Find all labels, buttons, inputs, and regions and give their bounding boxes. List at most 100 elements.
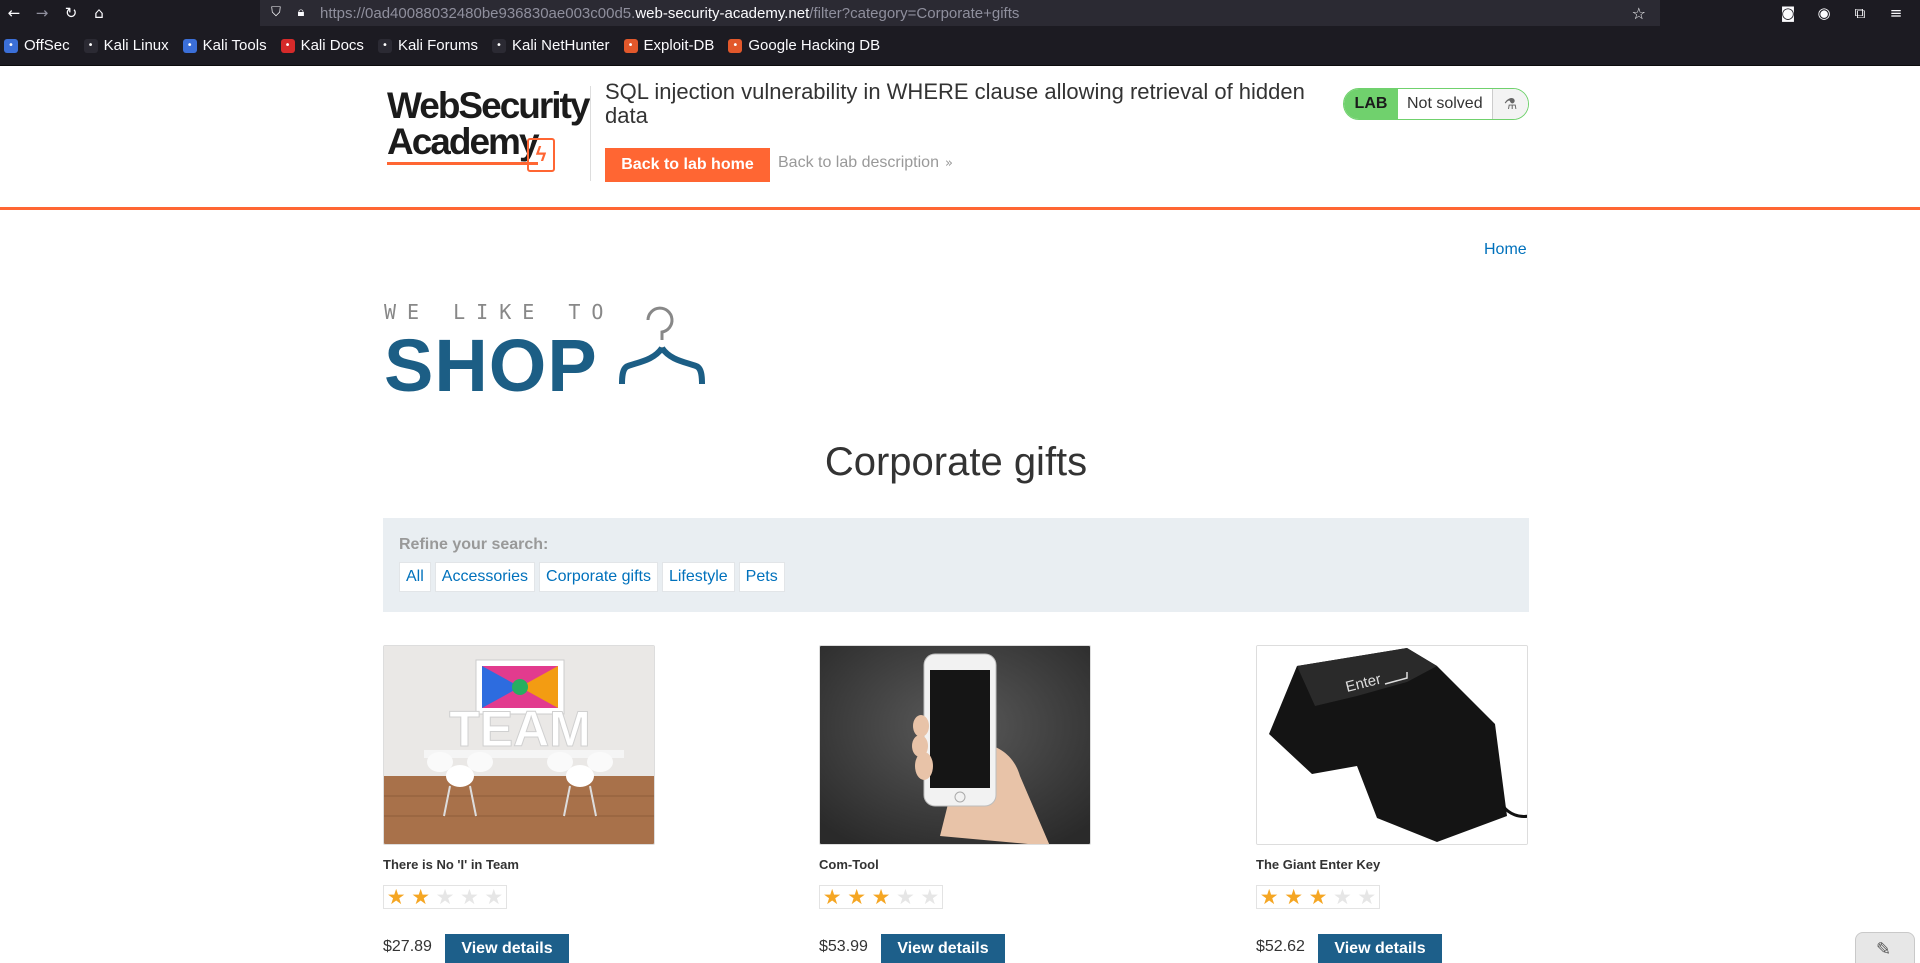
star-rating: ★ ★ ★ ★ ★ xyxy=(1256,885,1380,909)
product-image-enter-key: Enter xyxy=(1256,645,1528,845)
star-filled-icon: ★ xyxy=(1259,885,1279,909)
bookmark-label: Kali Forums xyxy=(397,37,478,54)
lab-status-widget: LAB Not solved ⚗ xyxy=(1343,88,1529,120)
product-grid: TEAM There is No 'I' in Team ★ ★ ★ ★ ★ $27.8… xyxy=(383,645,1529,963)
pencil-icon: ✎ xyxy=(1876,939,1892,960)
bookmark-item[interactable]: • Exploit-DB xyxy=(623,37,715,54)
extensions-icon[interactable]: ⧉ xyxy=(1850,3,1870,23)
star-empty-icon: ★ xyxy=(920,885,940,909)
menu-icon[interactable]: ≡ xyxy=(1886,3,1906,23)
product-name: Com-Tool xyxy=(819,857,879,872)
shield-icon[interactable]: ⛉ xyxy=(268,5,284,21)
logo-line2: Academy xyxy=(387,121,540,165)
star-empty-icon: ★ xyxy=(896,885,915,909)
product-image-team: TEAM xyxy=(383,645,655,845)
star-empty-icon: ★ xyxy=(1357,885,1377,909)
back-to-lab-home-button[interactable]: Back to lab home xyxy=(605,148,770,182)
view-details-button[interactable]: View details xyxy=(1318,934,1442,963)
star-empty-icon: ★ xyxy=(435,885,455,909)
bookmark-item[interactable]: • Kali NetHunter xyxy=(491,37,610,54)
kali-dragon-icon: • xyxy=(491,38,506,53)
filter-lifestyle[interactable]: Lifestyle xyxy=(661,562,735,592)
star-empty-icon: ★ xyxy=(460,885,479,909)
product-name: There is No 'I' in Team xyxy=(383,857,519,872)
header-divider xyxy=(590,86,591,181)
reload-icon[interactable]: ↻ xyxy=(61,3,81,23)
lab-badge: LAB xyxy=(1344,89,1398,119)
shop-logo-tagline: WE LIKE TO xyxy=(384,300,615,324)
bookmark-label: Exploit-DB xyxy=(643,37,715,54)
product-price: $52.62 xyxy=(1256,938,1305,955)
product-price: $53.99 xyxy=(819,938,868,955)
kali-docs-icon: • xyxy=(280,38,295,53)
double-chevron-right-icon: » xyxy=(944,156,953,171)
forward-arrow-icon[interactable]: → xyxy=(32,3,52,23)
bookmark-label: Kali Tools xyxy=(202,37,267,54)
url-bar[interactable]: ⛉ 🔒︎ https://0ad40088032480be936830ae003… xyxy=(260,0,1660,26)
star-rating: ★ ★ ★ ★ ★ xyxy=(383,885,507,909)
star-filled-icon: ★ xyxy=(1284,885,1304,909)
star-filled-icon: ★ xyxy=(1308,885,1328,909)
toolbar-right-icons: ◙ ◉ ⧉ ≡ xyxy=(1778,3,1906,23)
kali-dragon-icon: • xyxy=(83,38,98,53)
filter-all[interactable]: All xyxy=(399,562,431,592)
offsec-icon: • xyxy=(4,38,18,53)
kali-tools-icon: • xyxy=(182,38,197,53)
back-arrow-icon[interactable]: ← xyxy=(4,3,24,23)
url-path: /filter?category=Corporate+gifts xyxy=(809,5,1020,22)
star-empty-icon: ★ xyxy=(1333,885,1352,909)
star-filled-icon: ★ xyxy=(386,885,406,909)
bookmark-label: Kali Linux xyxy=(103,37,169,54)
filter-label: Refine your search: xyxy=(399,536,549,553)
bookmark-item[interactable]: • Kali Linux xyxy=(83,37,169,54)
home-link[interactable]: Home xyxy=(1484,241,1527,259)
lock-icon[interactable]: 🔒︎ xyxy=(293,5,309,21)
logo-line1: WebSecurity xyxy=(387,85,590,126)
lightning-icon: ϟ xyxy=(527,138,555,172)
floating-widget[interactable]: ✎ xyxy=(1855,932,1915,963)
bookmark-item[interactable]: • Google Hacking DB xyxy=(728,37,880,54)
view-details-button[interactable]: View details xyxy=(881,934,1005,963)
exploitdb-icon: • xyxy=(623,38,638,53)
kali-dragon-icon: • xyxy=(377,38,392,53)
bookmark-item[interactable]: • Kali Tools xyxy=(182,37,267,54)
bookmark-star-icon[interactable]: ☆ xyxy=(1632,4,1646,23)
flask-icon: ⚗ xyxy=(1492,89,1528,119)
we-like-to-shop-logo: WE LIKE TO SHOP xyxy=(384,300,744,404)
bookmark-label: OffSec xyxy=(24,37,70,54)
star-empty-icon: ★ xyxy=(484,885,504,909)
bookmark-item[interactable]: • OffSec xyxy=(4,37,70,54)
star-filled-icon: ★ xyxy=(847,885,867,909)
star-rating: ★ ★ ★ ★ ★ xyxy=(819,885,943,909)
view-details-button[interactable]: View details xyxy=(445,934,569,963)
product-image-com-tool xyxy=(819,645,1091,845)
filter-corporate-gifts[interactable]: Corporate gifts xyxy=(539,562,658,592)
shop-logo-word: SHOP xyxy=(384,324,598,407)
filter-options: All Accessories Corporate gifts Lifestyl… xyxy=(399,562,785,592)
bookmark-item[interactable]: • Kali Forums xyxy=(377,37,478,54)
svg-text:TEAM: TEAM xyxy=(449,701,591,757)
filter-pets[interactable]: Pets xyxy=(738,562,785,592)
star-filled-icon: ★ xyxy=(411,885,431,909)
filter-accessories[interactable]: Accessories xyxy=(434,562,536,592)
back-to-lab-description-link[interactable]: Back to lab description» xyxy=(778,154,953,172)
account-icon[interactable]: ◉ xyxy=(1814,3,1834,23)
browser-toolbar: ← → ↻ ⌂ ⛉ 🔒︎ https://0ad40088032480be936… xyxy=(0,0,1920,26)
bookmark-label: Kali NetHunter xyxy=(511,37,610,54)
lab-status-text: Not solved xyxy=(1407,95,1483,112)
bookmark-item[interactable]: • Kali Docs xyxy=(280,37,364,54)
lab-header: WebSecurity Academy ϟ SQL injection vuln… xyxy=(0,66,1920,210)
filter-panel: Refine your search: All Accessories Corp… xyxy=(383,518,1529,612)
hanger-icon xyxy=(619,306,705,385)
category-title: Corporate gifts xyxy=(824,440,1088,484)
url-text[interactable]: https://0ad40088032480be936830ae003c00d5… xyxy=(320,5,1019,22)
bookmark-label: Kali Docs xyxy=(300,37,364,54)
home-icon[interactable]: ⌂ xyxy=(89,3,109,23)
lab-title: SQL injection vulnerability in WHERE cla… xyxy=(605,79,1305,128)
bookmark-label: Google Hacking DB xyxy=(748,37,881,54)
pocket-icon[interactable]: ◙ xyxy=(1778,3,1798,23)
web-security-academy-logo[interactable]: WebSecurity Academy ϟ xyxy=(387,85,590,172)
star-filled-icon: ★ xyxy=(871,885,891,909)
ghdb-icon: • xyxy=(728,38,743,53)
url-prefix: https://0ad40088032480be936830ae003c00d5… xyxy=(320,5,636,22)
